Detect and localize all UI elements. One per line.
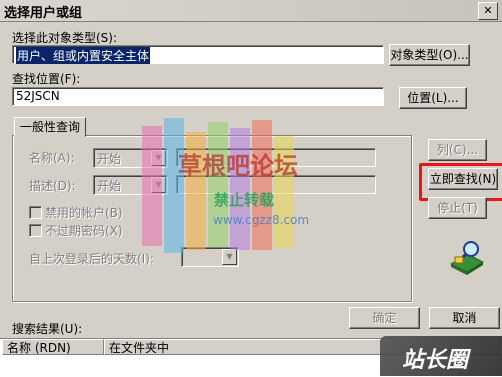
description-label: 描述(D):: [29, 179, 76, 193]
name-mode-value: 开始: [97, 152, 122, 166]
non-expiring-password-checkbox[interactable]: [29, 224, 42, 237]
object-types-button[interactable]: 对象类型(O)...: [389, 44, 470, 66]
non-expiring-password-label: 不过期密码(X): [45, 224, 123, 238]
object-type-value: 用户、组或内置安全主体: [16, 47, 151, 64]
disabled-accounts-checkbox[interactable]: [29, 206, 42, 219]
disabled-accounts-label: 禁用的帐户(B): [45, 206, 123, 220]
window-title: 选择用户或组: [4, 6, 83, 21]
close-icon[interactable]: ✕: [478, 2, 498, 20]
object-type-field: 用户、组或内置安全主体: [12, 45, 384, 64]
corner-watermark: 站长圈: [380, 336, 502, 376]
locations-button[interactable]: 位置(L)...: [399, 87, 467, 109]
object-type-label: 选择此对象类型(S):: [12, 31, 118, 45]
corner-watermark-text: 站长圈: [402, 348, 469, 373]
column-header-name[interactable]: 名称 (RDN): [2, 339, 104, 355]
description-mode-value: 开始: [97, 179, 122, 193]
watermark-url: www.cgzz8.com: [213, 213, 310, 227]
search-animation-icon: [449, 241, 485, 275]
watermark-subtitle: 禁止转载: [214, 191, 275, 209]
location-label: 查找位置(F):: [12, 72, 81, 86]
stop-button[interactable]: 停止(T): [428, 197, 487, 219]
search-results-label: 搜索结果(U):: [12, 322, 83, 336]
columns-button[interactable]: 列(C)...: [428, 139, 487, 161]
ok-button[interactable]: 确定: [349, 307, 420, 329]
watermark-title: 草根吧论坛: [178, 152, 298, 180]
cancel-button[interactable]: 取消: [429, 307, 500, 329]
find-now-button[interactable]: 立即查找(N): [428, 168, 498, 190]
name-label: 名称(A):: [29, 151, 75, 165]
location-value: 52JSCN: [16, 89, 60, 103]
title-bar: 选择用户或组 ✕: [0, 0, 502, 22]
tab-general-queries[interactable]: 一般性查询: [14, 117, 87, 137]
location-field: 52JSCN: [12, 87, 384, 106]
